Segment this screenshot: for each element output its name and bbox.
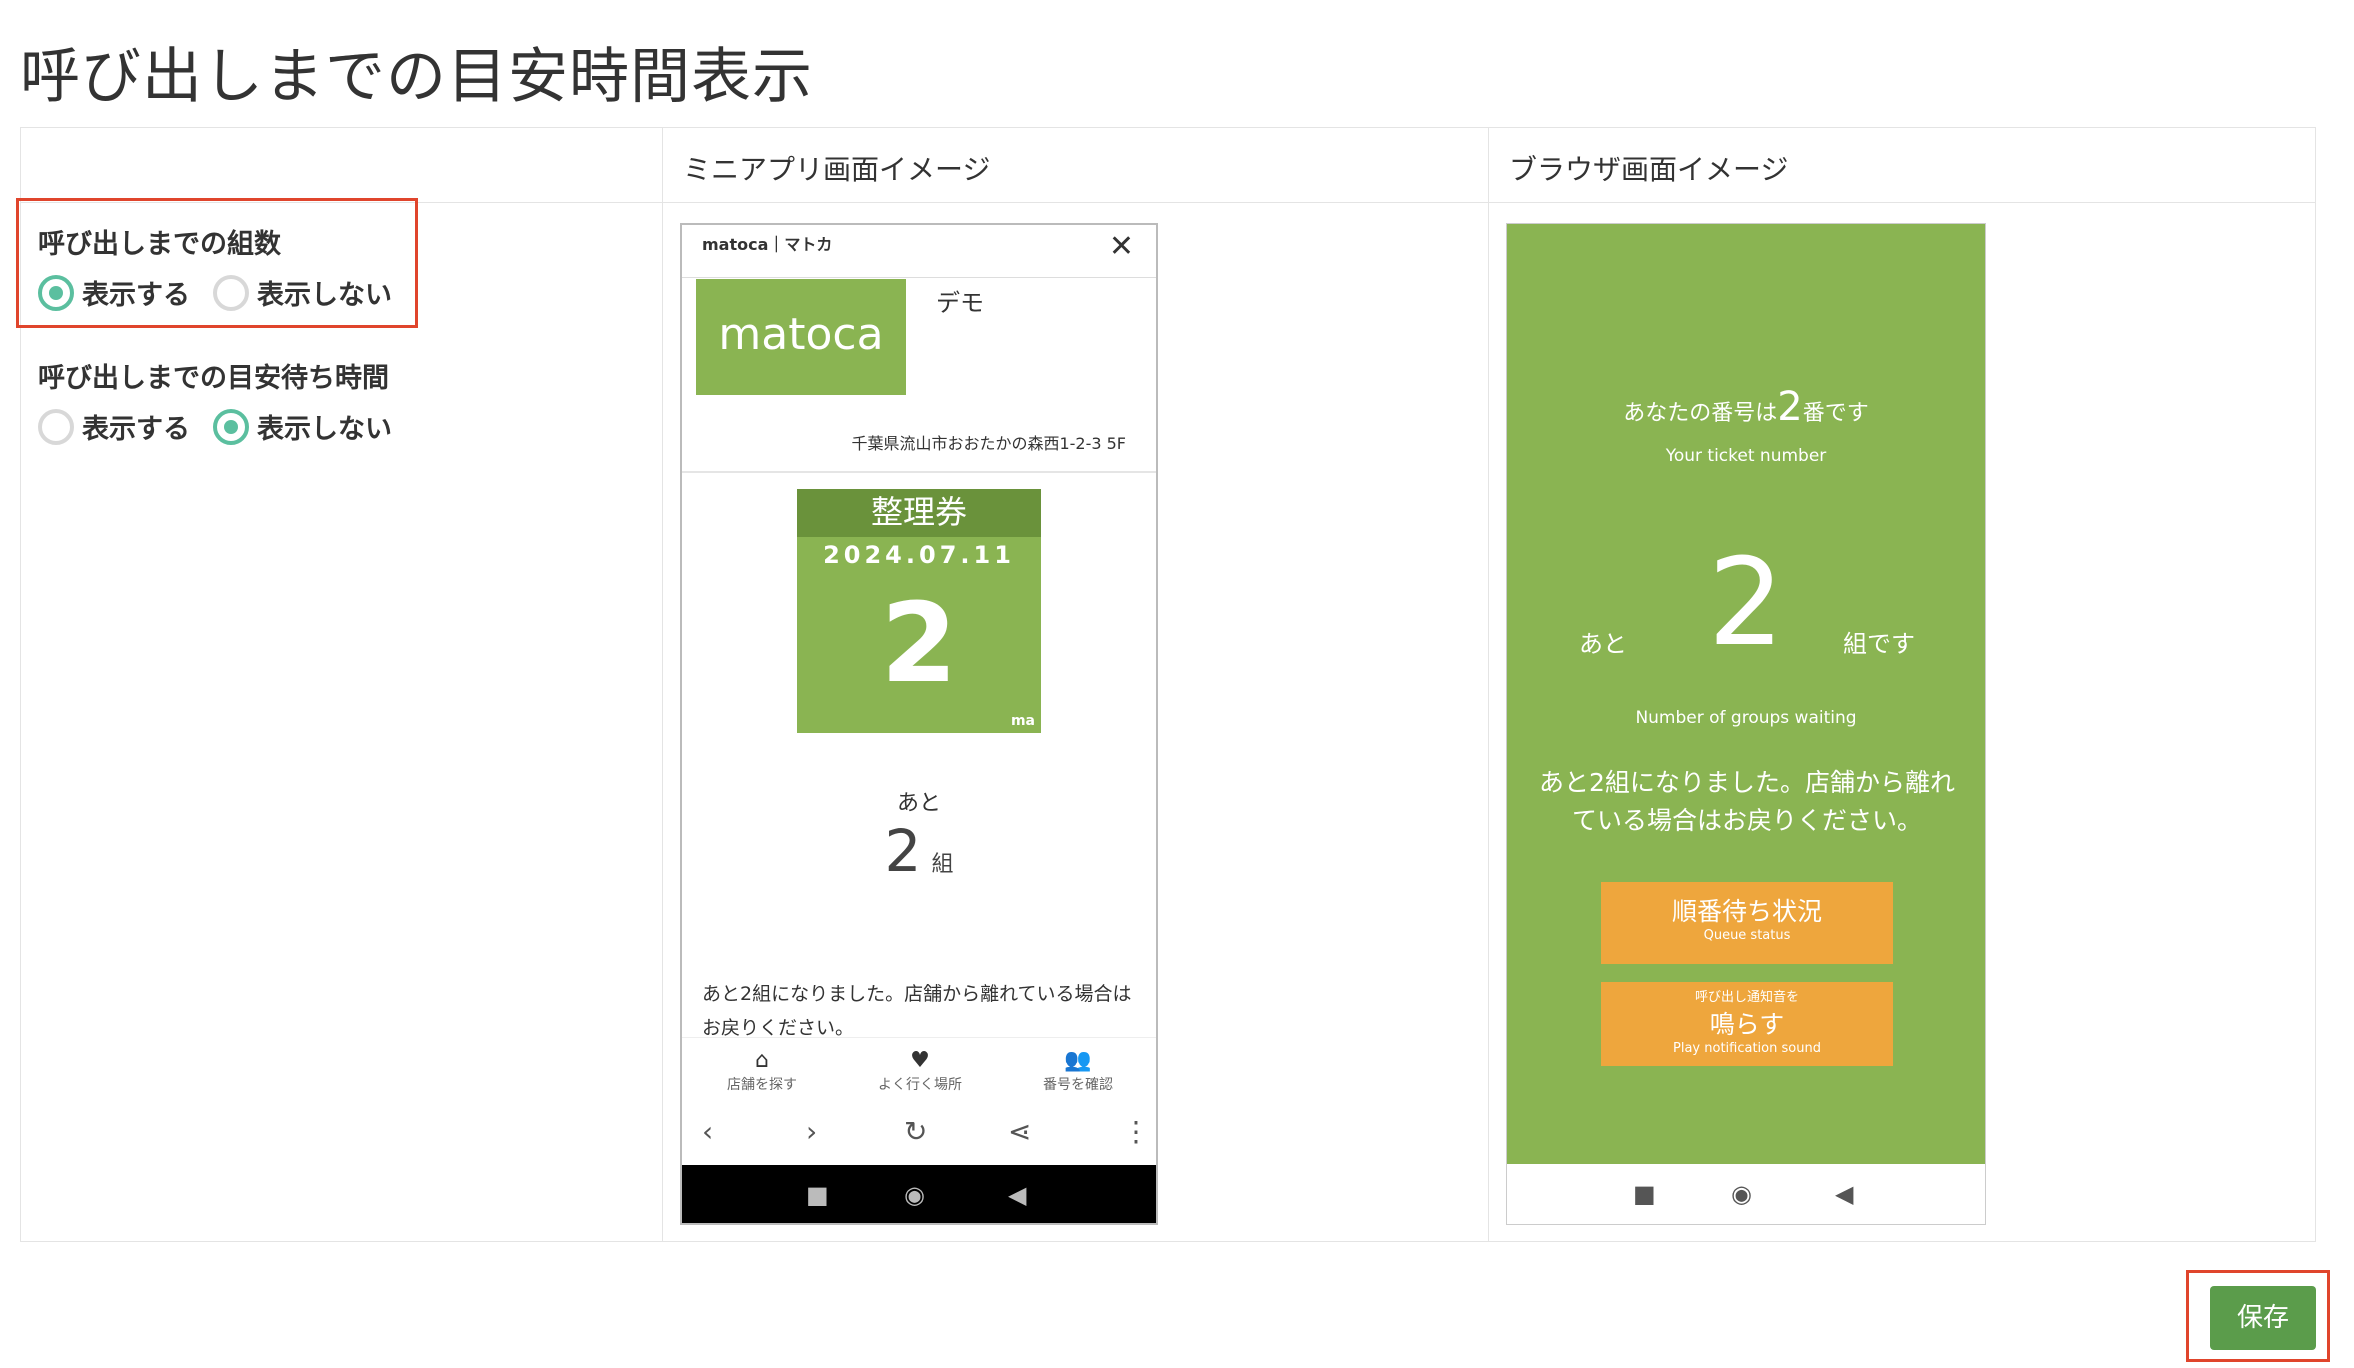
nav-item-check-number: 👥 番号を確認 [1008,1048,1148,1094]
shop-address: 千葉県流山市おおたかの森西1-2-3 5F [851,434,1126,453]
play-sound-button: 呼び出し通知音を 鳴らす Play notification sound [1601,982,1893,1066]
ticket-date: 2024.07.11 [823,541,1015,569]
column-divider [662,128,663,1241]
your-number-line: あなたの番号は2番です [1507,384,1985,430]
miniapp-brand: matoca｜マトカ [702,235,833,254]
remaining-groups: 2組 [682,817,1156,885]
nav-item-favorites: ♥ よく行く場所 [850,1048,990,1094]
home-circle-icon: ◉ [904,1181,925,1209]
miniapp-header: matoca｜マトカ ✕ [682,225,1156,278]
bottom-nav: ⌂ 店舗を探す ♥ よく行く場所 👥 番号を確認 [682,1037,1156,1108]
system-nav: ■ ◉ ◀ [682,1165,1156,1223]
radio-label: 表示しない [257,280,392,311]
browser-bar: ‹ › ↻ ⋖ ⋮ [682,1109,1156,1159]
remaining-number: 2 [884,817,922,885]
ticket-number: 2 [880,579,958,707]
radio-group-count-hide[interactable] [213,275,249,311]
nav-label: よく行く場所 [878,1077,962,1093]
forward-icon: › [806,1115,818,1148]
your-number: 2 [1777,384,1803,430]
shop-name: デモ [936,289,984,317]
header-miniapp: ミニアプリ画面イメージ [683,153,991,186]
square-icon: ■ [1633,1180,1656,1208]
nav-item-find-shop: ⌂ 店舗を探す [692,1048,832,1094]
option-group-count-title: 呼び出しまでの組数 [38,229,281,260]
people-icon: 👥 [1064,1048,1092,1073]
browser-preview: あなたの番号は2番です Your ticket number 2 あと 組です … [1506,223,1986,1225]
home-icon: ⌂ [755,1048,769,1073]
system-nav: ■ ◉ ◀ [1507,1164,1985,1224]
home-circle-icon: ◉ [1731,1180,1752,1208]
ticket-title: 整理券 [797,489,1041,537]
groups-pre: あと [1579,630,1627,658]
nav-label: 店舗を探す [727,1077,797,1093]
save-button[interactable]: 保存 [2210,1286,2316,1350]
heart-icon: ♥ [910,1048,930,1073]
radio-label: 表示する [82,414,190,445]
close-icon: ✕ [1108,229,1134,264]
remaining-label: あと [896,791,941,816]
your-number-pre: あなたの番号は [1623,401,1778,426]
miniapp-preview: matoca｜マトカ ✕ matoca デモ 千葉県流山市おおたかの森西1-2-… [680,223,1158,1225]
radio-wait-time-show[interactable] [38,409,74,445]
button-label: 鳴らす [1709,1010,1785,1039]
table-header [21,128,2315,203]
ticket-mark: ma [1010,713,1035,729]
radio-group-count-show[interactable] [38,275,74,311]
column-divider [1488,128,1489,1241]
share-icon: ⋖ [1008,1115,1032,1148]
your-ticket-en: Your ticket number [1665,446,1827,466]
button-sublabel: Queue status [1703,928,1791,943]
button-label: 順番待ち状況 [1671,897,1822,926]
header-browser: ブラウザ画面イメージ [1509,153,1789,186]
shop-logo: matoca [696,279,906,395]
remaining-unit: 組 [931,852,954,877]
notice-message: あと2組になりました。店舗から離れている場合はお戻りください。 [702,983,1132,1039]
groups-en: Number of groups waiting [1635,708,1857,728]
back-triangle-icon: ◀ [1008,1181,1027,1209]
queue-status-button: 順番待ち状況 Queue status [1601,882,1893,964]
ticket-card: 整理券 2024.07.11 2 ma [797,489,1041,733]
back-icon: ‹ [702,1115,714,1148]
your-number-post: 番です [1802,401,1869,426]
radio-label: 表示する [82,280,190,311]
reload-icon: ↻ [904,1115,928,1148]
radio-label: 表示しない [257,414,392,445]
nav-label: 番号を確認 [1043,1077,1113,1093]
button-sublabel: Play notification sound [1673,1041,1821,1056]
back-triangle-icon: ◀ [1835,1180,1854,1208]
page-title: 呼び出しまでの目安時間表示 [20,42,813,112]
square-icon: ■ [806,1181,829,1209]
button-prelabel: 呼び出し通知音を [1694,990,1799,1005]
radio-wait-time-hide[interactable] [213,409,249,445]
divider [682,471,1156,473]
option-wait-time-title: 呼び出しまでの目安待ち時間 [38,363,389,394]
more-icon: ⋮ [1122,1115,1150,1148]
notice-message: あと2組になりました。店舗から離れている場合はお戻りください。 [1539,768,1955,835]
groups-post: 組です [1843,630,1915,658]
